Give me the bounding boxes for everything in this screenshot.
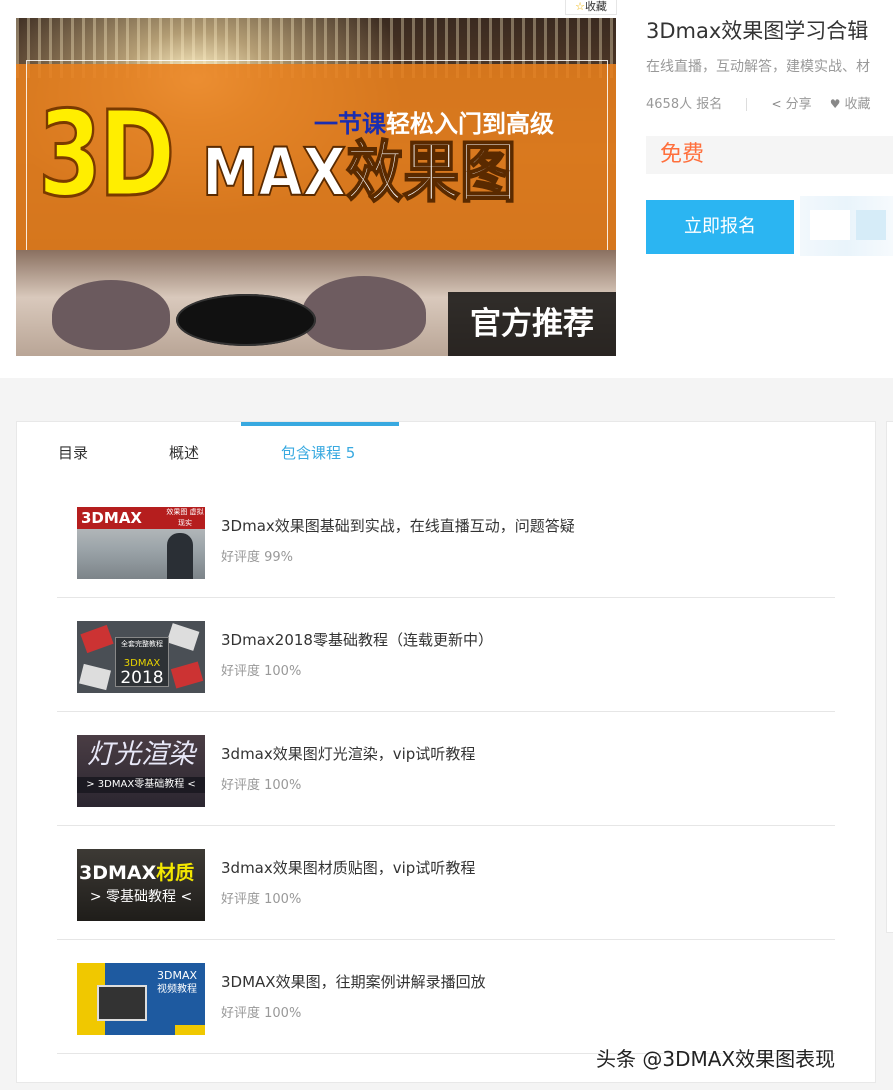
tab-bar: 目录 概述 包含课程 5 <box>17 422 875 484</box>
course-thumbnail[interactable]: 全套完整教程 3DMAX 2018 <box>77 621 205 693</box>
active-tab-indicator <box>241 422 399 426</box>
share-icon: < <box>771 97 782 111</box>
thumb-big-b: 材质 <box>156 862 195 884</box>
course-rating: 好评度 100% <box>221 778 302 793</box>
thumb-big-a: 3DMAX <box>79 862 157 884</box>
share-link[interactable]: < 分享 <box>772 94 812 115</box>
vr-person-figure <box>167 533 193 579</box>
list-item[interactable]: 全套完整教程 3DMAX 2018 3Dmax2018零基础教程（连载更新中） … <box>57 598 835 712</box>
thumb-small-text: > 3DMAX零基础教程 < <box>77 777 205 793</box>
favorite-chip[interactable]: ☆收藏 <box>565 0 617 15</box>
thumb-line1: 3DMAX <box>156 969 198 982</box>
course-cover-image[interactable]: 3D 一节课轻松入门到高级 MAX效果图 官方推荐 <box>16 18 616 356</box>
tab-included-courses[interactable]: 包含课程 5 <box>281 442 355 464</box>
course-title-link[interactable]: 3dmax效果图灯光渲染，vip试听教程 <box>221 743 475 765</box>
thumb-line1: 全套完整教程 <box>121 640 163 648</box>
sidebar-edge <box>886 421 893 933</box>
favorite-label: 收藏 <box>844 97 871 112</box>
thumb-line2: 视频教程 <box>157 984 197 995</box>
price-bar: 免费 <box>646 136 893 174</box>
enroll-count: 4658人 报名 <box>646 97 723 112</box>
watermark: 头条 @3DMAX效果图表现 <box>596 1047 836 1071</box>
cover-headline-max: MAX效果图 <box>201 134 517 211</box>
heart-icon: ♥ <box>829 97 841 111</box>
course-rating: 好评度 100% <box>221 1006 302 1021</box>
course-rating: 好评度 100% <box>221 664 302 679</box>
course-rating: 好评度 99% <box>221 550 294 565</box>
enroll-button[interactable]: 立即报名 <box>646 200 794 254</box>
cover-headline-3d: 3D <box>37 85 177 223</box>
course-title-link[interactable]: 3Dmax效果图基础到实战，在线直播互动，问题答疑 <box>221 515 575 537</box>
course-description: 在线直播，互动解答，建模实战、材 <box>646 59 870 75</box>
cover-chair-left <box>52 280 170 350</box>
thumb-text: 3DMAX 视频教程 <box>151 969 203 997</box>
course-thumbnail[interactable]: 灯光渲染 > 3DMAX零基础教程 < <box>77 735 205 807</box>
tab-overview[interactable]: 概述 <box>169 442 199 464</box>
thumb-line3: 2018 <box>120 668 164 688</box>
cover-table <box>176 294 316 346</box>
thumb-sublabel: 效果图 虚拟现实 <box>165 507 205 529</box>
course-content-panel: 目录 概述 包含课程 5 3DMAX 效果图 虚拟现实 3Dmax效果图基础到实… <box>16 421 876 1083</box>
course-title-link[interactable]: 3dmax效果图材质贴图，vip试听教程 <box>221 857 475 879</box>
favorite-chip-label: 收藏 <box>584 0 607 13</box>
thumb-center-card: 全套完整教程 3DMAX 2018 <box>115 637 169 687</box>
course-title-link[interactable]: 3DMAX效果图，往期案例讲解录播回放 <box>221 971 486 993</box>
list-item[interactable]: 3DMAX材质 > 零基础教程 < 3dmax效果图材质贴图，vip试听教程 好… <box>57 826 835 940</box>
course-thumbnail[interactable]: 3DMAX 效果图 虚拟现实 <box>77 507 205 579</box>
course-meta: 4658人 报名 < 分享 ♥ 收藏 <box>646 94 871 115</box>
course-rating: 好评度 100% <box>221 892 302 907</box>
course-title-link[interactable]: 3Dmax2018零基础教程（连载更新中） <box>221 629 493 651</box>
thumb-big-text: 3DMAX材质 <box>79 861 194 885</box>
course-header: ☆收藏 3D 一节课轻松入门到高级 MAX效果图 官方推荐 3Dmax效果图学习… <box>0 0 893 378</box>
meta-divider <box>746 98 748 111</box>
list-item[interactable]: 3DMAX 视频教程 3DMAX效果图，往期案例讲解录播回放 好评度 100% <box>57 940 835 1054</box>
list-item[interactable]: 3DMAX 效果图 虚拟现实 3Dmax效果图基础到实战，在线直播互动，问题答疑… <box>57 484 835 598</box>
thumb-small-text: > 零基础教程 < <box>89 889 193 905</box>
tab-catalog[interactable]: 目录 <box>58 442 88 464</box>
blurred-secondary-button[interactable] <box>800 196 893 256</box>
cover-chair-right <box>302 276 426 350</box>
thumb-big-text: 灯光渲染 <box>87 739 195 770</box>
course-price: 免费 <box>660 142 705 167</box>
favorite-link[interactable]: ♥ 收藏 <box>830 94 871 115</box>
course-thumbnail[interactable]: 3DMAX 视频教程 <box>77 963 205 1035</box>
thumb-label: 3DMAX <box>77 507 169 529</box>
course-title: 3Dmax效果图学习合辑 <box>646 19 869 43</box>
list-item[interactable]: 灯光渲染 > 3DMAX零基础教程 < 3dmax效果图灯光渲染，vip试听教程… <box>57 712 835 826</box>
share-label: 分享 <box>785 97 812 112</box>
course-thumbnail[interactable]: 3DMAX材质 > 零基础教程 < <box>77 849 205 921</box>
cover-badge: 官方推荐 <box>448 292 616 356</box>
monitor-graphic <box>97 985 147 1021</box>
course-list: 3DMAX 效果图 虚拟现实 3Dmax效果图基础到实战，在线直播互动，问题答疑… <box>57 484 835 1054</box>
star-icon: ☆ <box>575 0 585 13</box>
